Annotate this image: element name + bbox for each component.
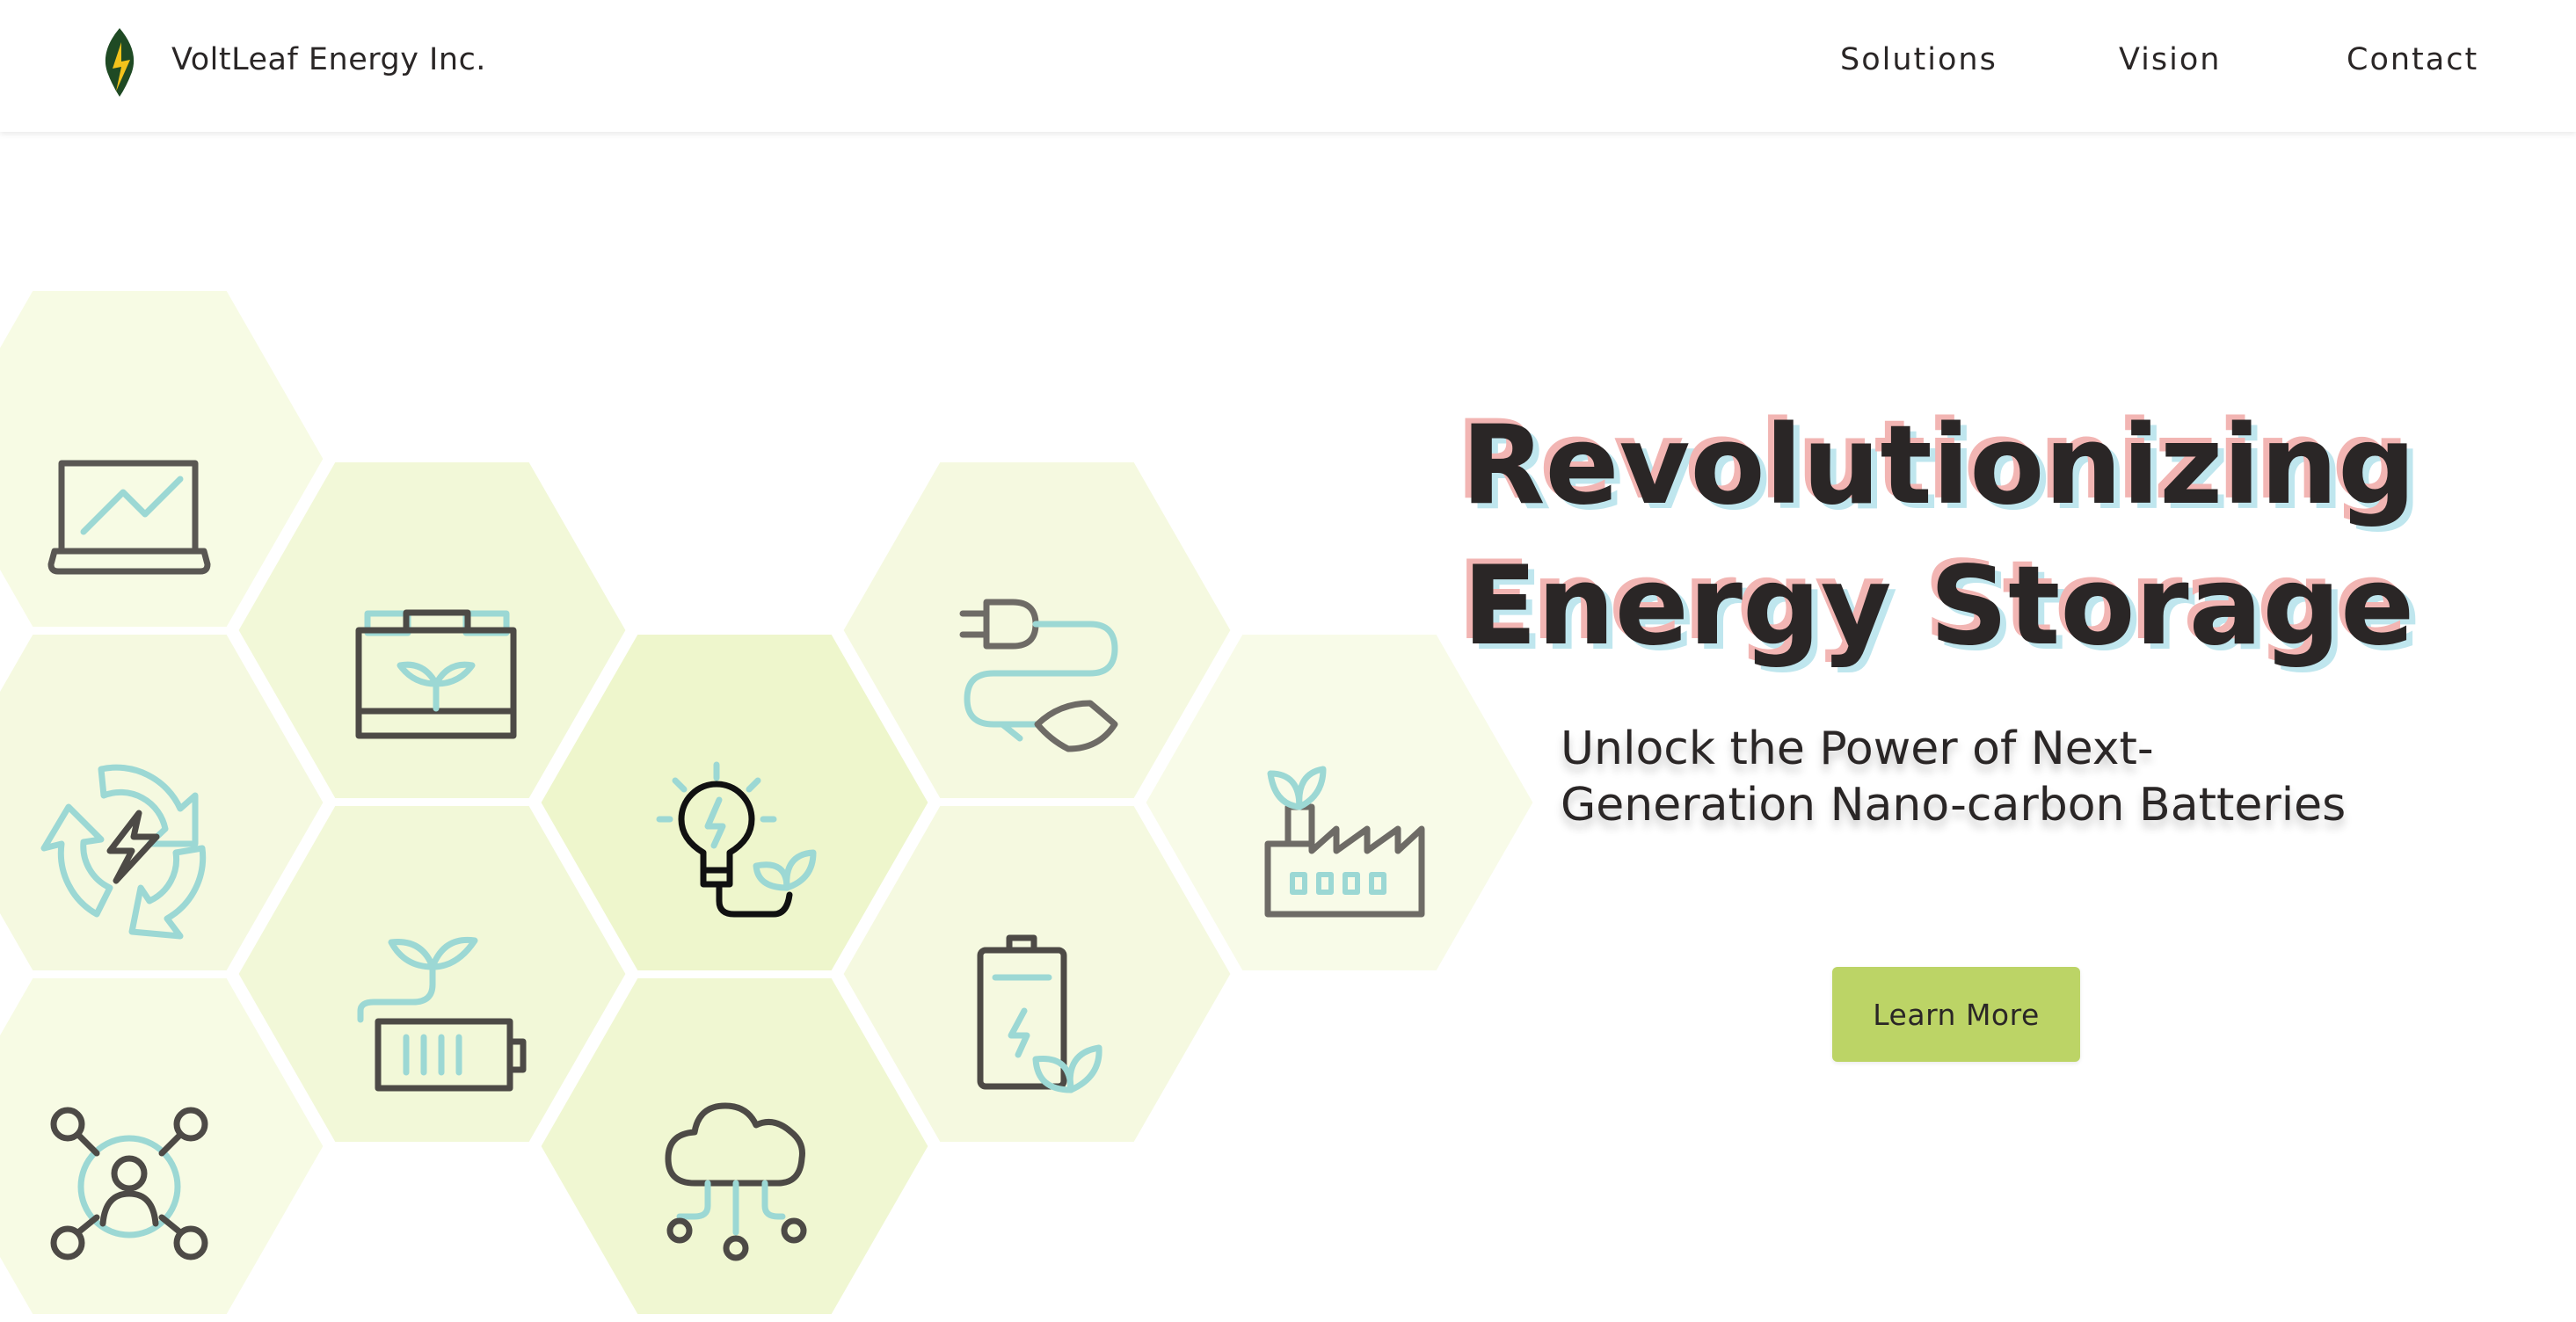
hero-subtitle-line-2: Generation Nano-carbon Batteries <box>1561 779 2347 832</box>
hero-subtitle-line-1: Unlock the Power of Next- <box>1561 723 2154 775</box>
learn-more-button-label: Learn More <box>1873 997 2040 1032</box>
nav-vision-link[interactable]: Vision <box>2119 42 2221 77</box>
top-navigation-bar: VoltLeaf Energy Inc. Solutions Vision Co… <box>0 0 2576 132</box>
hero-title-line-1: Revolutionizing <box>1461 403 2416 529</box>
hero-title-line-2: Energy Storage <box>1462 543 2415 670</box>
hero-subtitle: Unlock the Power of Next- Generation Nan… <box>1561 721 2387 833</box>
leaf-bolt-logo-icon[interactable] <box>97 26 142 98</box>
brand-name[interactable]: VoltLeaf Energy Inc. <box>171 42 486 77</box>
nav-contact-link[interactable]: Contact <box>2347 42 2478 77</box>
nav-solutions-link[interactable]: Solutions <box>1840 42 1997 77</box>
hero-title: Revolutionizing Energy Storage <box>1451 396 2427 677</box>
learn-more-button[interactable]: Learn More <box>1832 967 2080 1062</box>
